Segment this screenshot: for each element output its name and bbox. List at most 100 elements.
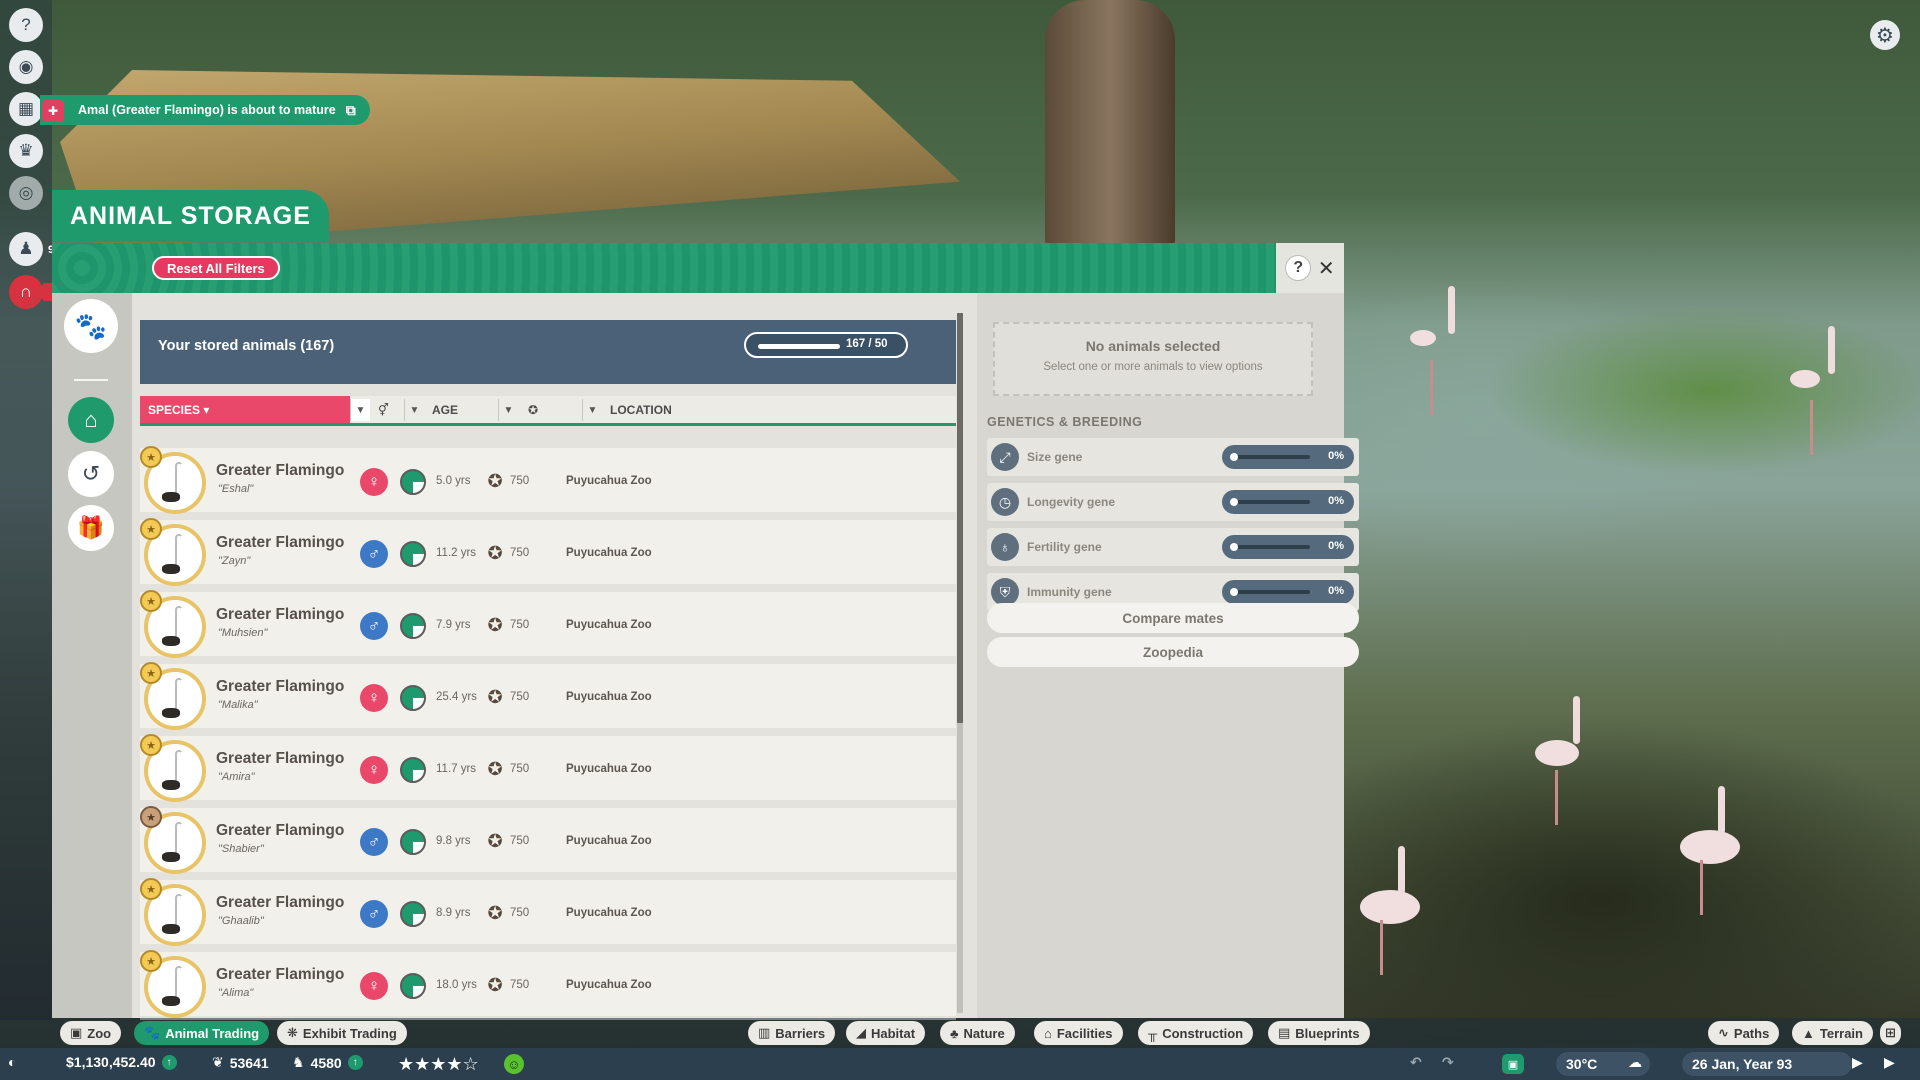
close-button[interactable]: ✕ (1318, 256, 1335, 281)
conservation-column-icon[interactable]: ✪ (528, 396, 538, 423)
gift-icon[interactable]: 🎁 (68, 505, 114, 551)
animal-age: 11.2 yrs (436, 547, 477, 559)
species-sort-header[interactable]: SPECIES ▾ (140, 396, 350, 423)
tab-construction[interactable]: ╥ Construction (1138, 1021, 1254, 1045)
age-pie-icon (400, 757, 426, 783)
weather-cloud-icon[interactable]: ☁ (1628, 1054, 1642, 1071)
conservation-value: 750 (510, 619, 530, 631)
paw-icon[interactable]: 🐾 (64, 299, 118, 353)
history-icon[interactable]: ↺ (68, 451, 114, 497)
flamingo-bird[interactable] (1360, 846, 1420, 975)
staff-icon[interactable]: ♟ (9, 232, 43, 266)
zoo-rating[interactable]: ★★★★☆ (398, 1054, 479, 1075)
happiness-smiley-icon[interactable]: ☺ (504, 1054, 524, 1074)
menu-toggle-icon[interactable]: ◐ (8, 1054, 16, 1070)
calendar-icon[interactable]: ▦ (9, 92, 43, 126)
location-header[interactable]: LOCATION (610, 396, 672, 423)
storage-home-icon[interactable]: ⌂ (68, 397, 114, 443)
age-header[interactable]: AGE (432, 396, 458, 423)
gift-icon[interactable]: ✚ (42, 100, 64, 122)
tab-animal-trading[interactable]: 🐾 Animal Trading (134, 1021, 270, 1045)
age-filter-icon[interactable]: ▼ (498, 399, 518, 421)
gene-name: Size gene (1027, 450, 1083, 464)
genetics-title: GENETICS & BREEDING (987, 415, 1143, 429)
more-tools-button[interactable]: ⊞ (1880, 1021, 1901, 1045)
reset-filters-button[interactable]: Reset All Filters (152, 256, 280, 280)
animal-row[interactable]: ★ Greater Flamingo "Alima" ♀ 18.0 yrs ✪ 750 Puy… (140, 950, 956, 1020)
date-display[interactable]: 26 Jan, Year 93 (1682, 1052, 1852, 1076)
conservation-badge-icon: ✪ (487, 470, 503, 491)
scrollbar-thumb[interactable] (957, 313, 963, 723)
animal-row[interactable]: ★ Greater Flamingo "Ghaalib" ♂ 8.9 yrs ✪ 750 Pu… (140, 878, 956, 948)
bird-view-icon[interactable]: ◉ (9, 50, 43, 84)
tab-blueprints[interactable]: ▤ Blueprints (1268, 1021, 1370, 1045)
conservation-value: 53641 (229, 1054, 269, 1071)
flamingo-bird[interactable] (1535, 696, 1580, 825)
help-button[interactable]: ? (1285, 255, 1312, 281)
nav-divider (74, 379, 108, 381)
settings-gear-icon[interactable]: ⚙ (1870, 20, 1900, 50)
tab-paths[interactable]: ∿ Paths (1708, 1021, 1780, 1045)
tab-facilities[interactable]: ⌂ Facilities (1034, 1021, 1123, 1045)
tab-exhibit-trading[interactable]: ❋ Exhibit Trading (277, 1021, 407, 1045)
alert-icon[interactable]: ∩ (9, 275, 43, 309)
fast-forward-icon[interactable]: ▶ (1884, 1054, 1895, 1071)
flamingo-bill (162, 708, 180, 718)
species-name: Greater Flamingo (216, 750, 345, 767)
tab-terrain[interactable]: ▲ Terrain (1792, 1021, 1873, 1045)
trophy-icon[interactable]: ♛ (9, 134, 43, 168)
gene-track (1232, 545, 1310, 549)
conservation-badge-icon: ✪ (487, 902, 503, 923)
flamingo-bill (162, 564, 180, 574)
conservation-display[interactable]: ❦ 53641 (212, 1054, 269, 1071)
tab-nature[interactable]: ♣ Nature (940, 1021, 1015, 1045)
animal-row[interactable]: ★ Greater Flamingo "Muhsien" ♂ 7.9 yrs ✪ 750 Pu… (140, 590, 956, 660)
tab-barriers[interactable]: ▥ Barriers (748, 1021, 836, 1045)
conservation-value: 750 (510, 475, 530, 487)
animal-row[interactable]: ★ Greater Flamingo "Shabier" ♂ 9.8 yrs ✪ 750 Pu… (140, 806, 956, 876)
eye-icon[interactable]: ◎ (9, 176, 43, 210)
tools-icon: ⊞ (1885, 1025, 1896, 1040)
animal-location: Puyucahua Zoo (566, 691, 652, 703)
conservation-value: 750 (510, 547, 530, 559)
sex-column-icon[interactable]: ⚥ (378, 396, 389, 423)
game-viewport[interactable]: ⚙ ? ◉ ▦ ♛ ◎ ♟ 9 ∩ 1 ✚ Amal (Greater Flam… (0, 0, 1920, 1080)
flamingo-bird[interactable] (1410, 286, 1455, 415)
tab-habitat[interactable]: ◢ Habitat (846, 1021, 926, 1045)
zoopedia-button[interactable]: Zoopedia (987, 637, 1359, 667)
age-pie-icon (400, 613, 426, 639)
help-icon[interactable]: ? (9, 8, 43, 42)
animal-row[interactable]: ★ Greater Flamingo "Malika" ♀ 25.4 yrs ✪ 750 Pu… (140, 662, 956, 732)
guests-display[interactable]: ♞ 4580 ↑ (292, 1054, 363, 1071)
animal-nickname: "Muhsien" (218, 627, 268, 639)
play-speed-icon[interactable]: ▶ (1852, 1054, 1863, 1071)
tab-zoo[interactable]: ▣ Zoo (60, 1021, 122, 1045)
species-name: Greater Flamingo (216, 606, 345, 623)
flamingo-bird[interactable] (1790, 326, 1835, 455)
conservation-value: 750 (510, 907, 530, 919)
gene-value: 0% (1328, 450, 1344, 462)
age-pie-icon (400, 829, 426, 855)
animal-row[interactable]: ★ Greater Flamingo "Eshal" ♀ 5.0 yrs ✪ 750 Puyu… (140, 446, 956, 516)
conservation-value: 750 (510, 763, 530, 775)
species-filter-icon[interactable]: ▼ (350, 399, 370, 421)
size-icon: ⤢ (991, 443, 1019, 471)
animal-row[interactable]: ★ Greater Flamingo "Amira" ♀ 11.7 yrs ✪ 750 Puy… (140, 734, 956, 804)
redo-icon[interactable]: ↷ (1442, 1054, 1454, 1071)
animal-age: 7.9 yrs (436, 619, 471, 631)
animal-row[interactable]: ★ Greater Flamingo "Zayn" ♂ 11.2 yrs ✪ 750 Puyu… (140, 518, 956, 588)
selection-placeholder: No animals selected Select one or more a… (993, 322, 1313, 396)
maturity-notification[interactable]: ✚ Amal (Greater Flamingo) is about to ma… (40, 95, 370, 125)
animal-age: 25.4 yrs (436, 691, 477, 703)
compare-mates-button[interactable]: Compare mates (987, 603, 1359, 633)
camera-mode-icon[interactable]: ▣ (1502, 1054, 1524, 1074)
conservation-badge-icon: ✪ (487, 830, 503, 851)
sex-filter-icon[interactable]: ▼ (404, 399, 424, 421)
gene-row: ⤢ Size gene 0% (987, 438, 1359, 476)
terrain-icon: ▲ (1802, 1025, 1815, 1041)
money-display[interactable]: $1,130,452.40 ↑ (66, 1054, 177, 1070)
external-link-icon[interactable]: ⧉ (346, 102, 356, 119)
undo-icon[interactable]: ↶ (1410, 1054, 1422, 1071)
conservation-filter-icon[interactable]: ▼ (582, 399, 602, 421)
flamingo-bird[interactable] (1680, 786, 1740, 915)
